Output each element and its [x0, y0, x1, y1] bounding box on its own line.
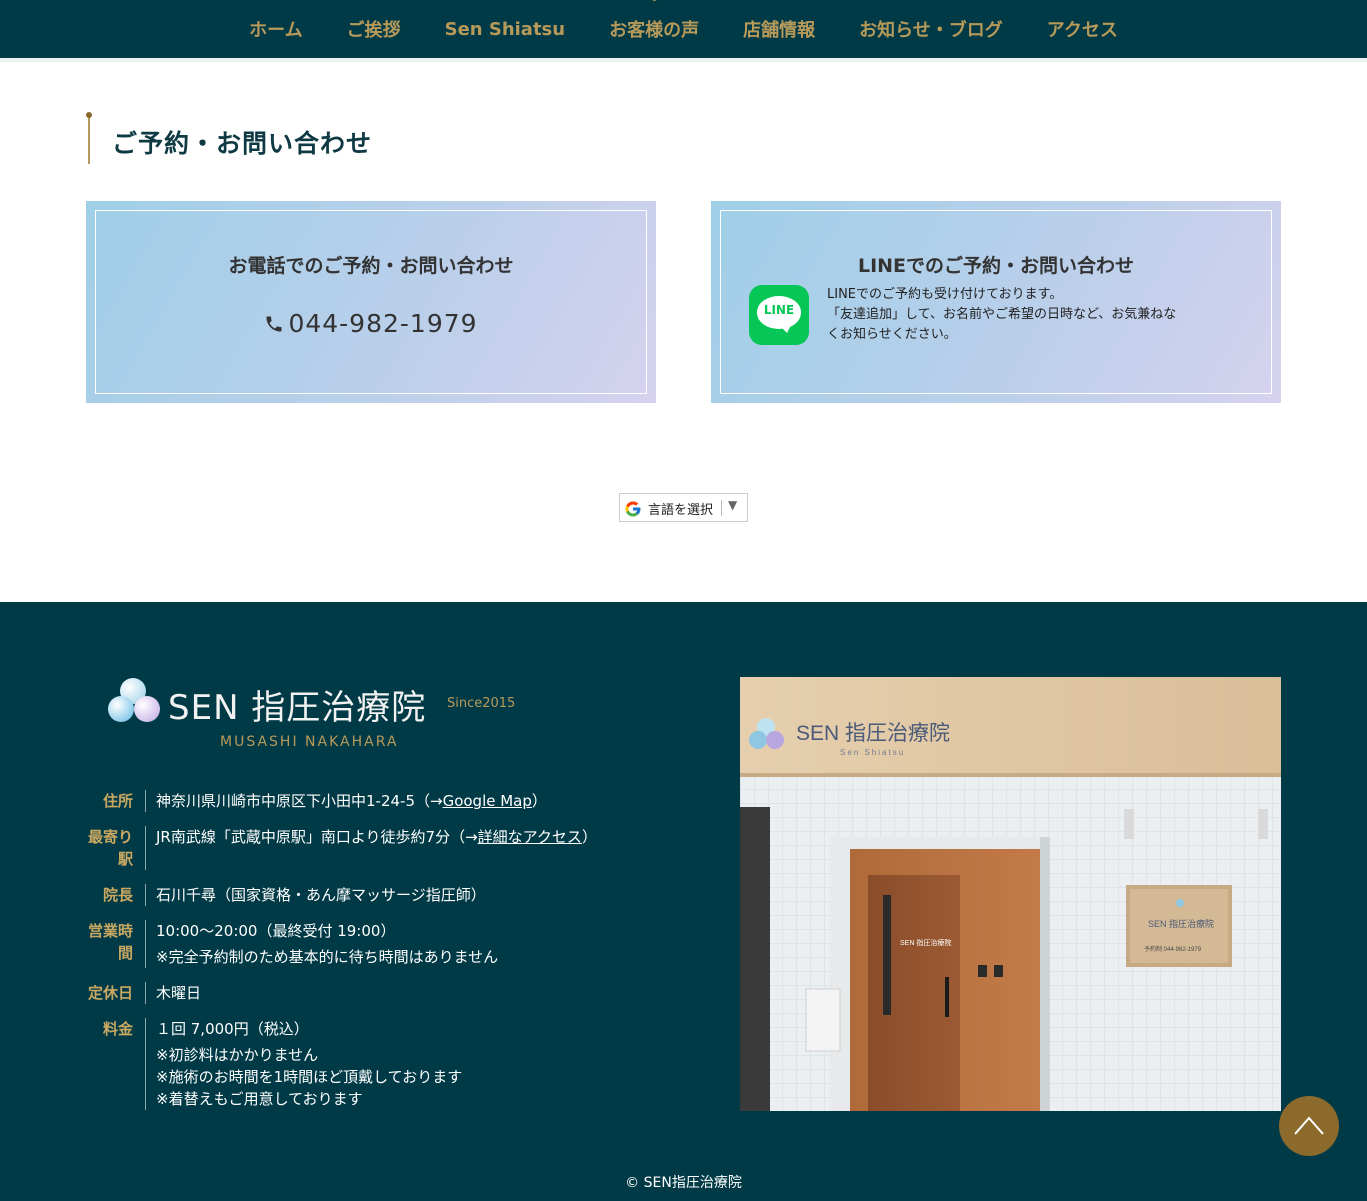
info-label: 定休日: [86, 982, 146, 1004]
info-row-holiday: 定休日 木曜日: [86, 982, 686, 1004]
info-label: 住所: [86, 790, 146, 812]
phone-contact-card[interactable]: お電話でのご予約・お問い合わせ 044-982-1979: [86, 201, 656, 403]
main-navigation: ホーム ご挨拶 Sen Shiatsu お客様の声 店舗情報 お知らせ・ブログ …: [0, 0, 1367, 58]
nav-item-news-blog[interactable]: お知らせ・ブログ: [859, 16, 1003, 42]
info-label: 最寄り駅: [86, 826, 146, 870]
clinic-info: 住所 神奈川県川崎市中原区下小田中1-24-5（→Google Map） 最寄り…: [86, 790, 686, 1124]
chevron-down-icon: ▼: [728, 498, 738, 512]
info-row-price: 料金 １回 7,000円（税込） ※初診料はかかりません ※施術のお時間を1時間…: [86, 1018, 686, 1110]
storefront-illustration: SEN 指圧治療院 Sen Shiatsu SEN 指圧治療院 SEN 指圧治療…: [740, 677, 1281, 1111]
info-value: JR南武線「武蔵中原駅」南口より徒歩約7分（→詳細なアクセス）: [146, 826, 597, 870]
line-bubble-tail: [779, 325, 791, 333]
language-select-label: 言語を選択: [648, 503, 714, 518]
phone-card-title: お電話でのご予約・お問い合わせ: [228, 255, 514, 277]
info-row-hours: 営業時間 10:00〜20:00（最終受付 19:00） ※完全予約制のため基本…: [86, 920, 686, 968]
phone-icon: [266, 316, 282, 332]
address-text: 神奈川県川崎市中原区下小田中1-24-5（→: [156, 792, 443, 810]
site-footer: SEN 指圧治療院 Since2015 MUSASHI NAKAHARA 住所 …: [0, 602, 1367, 1201]
photo-sign-text: SEN 指圧治療院: [796, 722, 950, 745]
footer-logo[interactable]: SEN 指圧治療院 Since2015 MUSASHI NAKAHARA: [108, 676, 528, 756]
language-select[interactable]: 言語を選択 ▼: [619, 493, 748, 522]
nav-item-home[interactable]: ホーム: [249, 16, 302, 42]
copyright: © SEN指圧治療院: [625, 1175, 742, 1191]
price-line-3: ※施術のお時間を1時間ほど頂戴しております: [156, 1068, 463, 1086]
svg-text:SEN 指圧治療院: SEN 指圧治療院: [1148, 918, 1214, 929]
line-card-title: LINEでのご予約・お問い合わせ: [857, 255, 1135, 277]
phone-number: 044-982-1979: [288, 309, 478, 338]
price-line-1: １回 7,000円（税込）: [156, 1020, 309, 1038]
phone-number-link[interactable]: 044-982-1979: [86, 309, 656, 338]
heading-dot-icon: [86, 112, 92, 118]
info-row-director: 院長 石川千尋（国家資格・あん摩マッサージ指圧師）: [86, 884, 686, 906]
nav-divider: [0, 58, 1367, 62]
chevron-up-icon: [1294, 1116, 1324, 1135]
info-value: 石川千尋（国家資格・あん摩マッサージ指圧師）: [156, 886, 486, 904]
google-map-link[interactable]: Google Map: [443, 792, 532, 810]
google-icon: [625, 501, 641, 517]
nav-item-voices[interactable]: お客様の声: [609, 0, 700, 42]
active-dot-icon: [652, 0, 658, 1]
price-line-4: ※着替えもご用意しております: [156, 1090, 363, 1108]
nav-item-voices-label: お客様の声: [609, 20, 700, 41]
nav-item-shop-info[interactable]: 店舗情報: [743, 16, 815, 42]
info-value: 10:00〜20:00（最終受付 19:00） ※完全予約制のため基本的に待ち時…: [146, 920, 498, 968]
info-value: 神奈川県川崎市中原区下小田中1-24-5（→Google Map）: [146, 790, 547, 812]
logo-circle-icon: [108, 696, 134, 722]
storefront-photo: SEN 指圧治療院 Sen Shiatsu SEN 指圧治療院 SEN 指圧治療…: [740, 677, 1281, 1111]
logo-subtitle: MUSASHI NAKAHARA: [220, 734, 399, 750]
info-label: 料金: [86, 1018, 146, 1110]
line-description-line-2: 「友達追加」して、お名前やご希望の日時など、お気兼ねな: [827, 307, 1177, 322]
info-row-address: 住所 神奈川県川崎市中原区下小田中1-24-5（→Google Map）: [86, 790, 686, 812]
logo-since: Since2015: [447, 696, 516, 711]
line-description-line-1: LINEでのご予約も受け付けております。: [827, 287, 1063, 302]
info-value: 木曜日: [156, 984, 202, 1002]
language-select-separator: [721, 500, 722, 516]
svg-text:予約制 044-982-1979: 予約制 044-982-1979: [1144, 945, 1202, 953]
back-to-top-button[interactable]: [1279, 1096, 1339, 1156]
logo-name: SEN 指圧治療院: [168, 688, 427, 728]
price-line-2: ※初診料はかかりません: [156, 1046, 319, 1064]
info-label: 院長: [86, 884, 146, 906]
access-detail-link[interactable]: 詳細なアクセス: [478, 828, 582, 846]
line-logo-icon[interactable]: LINE: [749, 285, 809, 345]
logo-circle-icon: [134, 696, 160, 722]
contact-heading-text: ご予約・お問い合わせ: [112, 129, 373, 158]
line-contact-card[interactable]: LINEでのご予約・お問い合わせ LINE LINEでのご予約も受け付けておりま…: [711, 201, 1281, 403]
card-frame: [95, 210, 647, 394]
station-text: JR南武線「武蔵中原駅」南口より徒歩約7分（→: [156, 828, 478, 846]
info-value: １回 7,000円（税込） ※初診料はかかりません ※施術のお時間を1時間ほど頂…: [146, 1018, 462, 1110]
info-row-station: 最寄り駅 JR南武線「武蔵中原駅」南口より徒歩約7分（→詳細なアクセス）: [86, 826, 686, 870]
nav-item-sen-shiatsu[interactable]: Sen Shiatsu: [445, 19, 565, 40]
photo-sign-subtext: Sen Shiatsu: [840, 748, 905, 757]
nav-item-greeting[interactable]: ご挨拶: [347, 16, 401, 42]
info-label: 営業時間: [86, 920, 146, 968]
svg-text:SEN 指圧治療院: SEN 指圧治療院: [900, 938, 951, 947]
hours-line-1: 10:00〜20:00（最終受付 19:00）: [156, 922, 396, 940]
nav-item-access[interactable]: アクセス: [1047, 16, 1118, 42]
line-logo-text: LINE: [763, 303, 795, 317]
hours-line-2: ※完全予約制のため基本的に待ち時間はありません: [156, 948, 499, 966]
station-after: ）: [581, 828, 597, 846]
line-description-line-3: くお知らせください。: [827, 327, 957, 342]
line-description: LINEでのご予約も受け付けております。 「友達追加」して、お名前やご希望の日時…: [827, 285, 1227, 345]
heading-bar: [88, 116, 90, 164]
address-after: ）: [531, 792, 547, 810]
